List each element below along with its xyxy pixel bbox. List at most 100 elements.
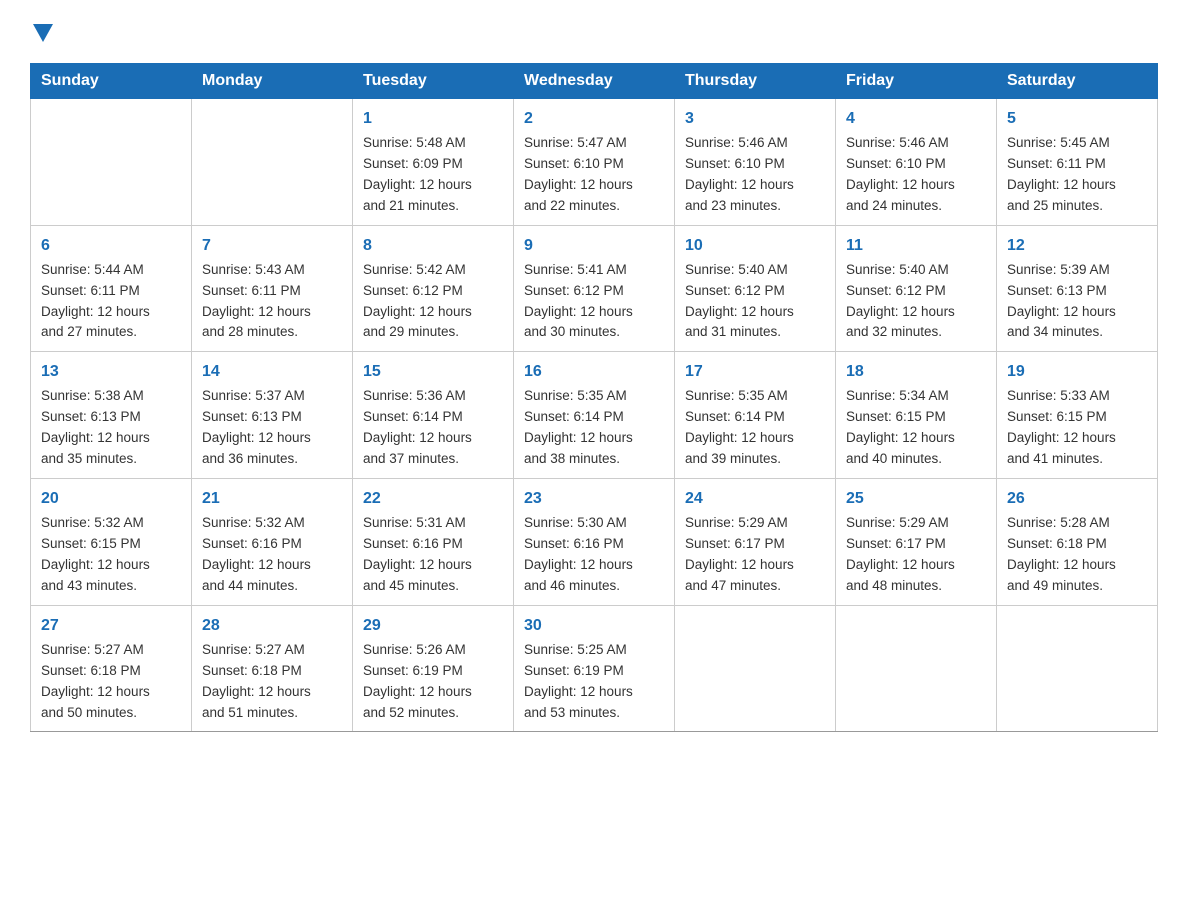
- page-header: [30, 20, 1158, 47]
- day-number: 3: [685, 107, 825, 131]
- calendar-cell: 24Sunrise: 5:29 AMSunset: 6:17 PMDayligh…: [675, 479, 836, 606]
- calendar-cell: 4Sunrise: 5:46 AMSunset: 6:10 PMDaylight…: [836, 99, 997, 226]
- day-info: Sunrise: 5:43 AMSunset: 6:11 PMDaylight:…: [202, 260, 342, 344]
- calendar-cell: 12Sunrise: 5:39 AMSunset: 6:13 PMDayligh…: [997, 225, 1158, 352]
- day-number: 12: [1007, 234, 1147, 258]
- day-number: 5: [1007, 107, 1147, 131]
- calendar-header-monday: Monday: [192, 64, 353, 99]
- day-number: 15: [363, 360, 503, 384]
- day-info: Sunrise: 5:37 AMSunset: 6:13 PMDaylight:…: [202, 386, 342, 470]
- calendar-week-row: 1Sunrise: 5:48 AMSunset: 6:09 PMDaylight…: [31, 99, 1158, 226]
- day-info: Sunrise: 5:46 AMSunset: 6:10 PMDaylight:…: [685, 133, 825, 217]
- day-number: 20: [41, 487, 181, 511]
- calendar-cell: [31, 99, 192, 226]
- calendar-cell: 3Sunrise: 5:46 AMSunset: 6:10 PMDaylight…: [675, 99, 836, 226]
- calendar-week-row: 13Sunrise: 5:38 AMSunset: 6:13 PMDayligh…: [31, 352, 1158, 479]
- day-info: Sunrise: 5:32 AMSunset: 6:16 PMDaylight:…: [202, 513, 342, 597]
- day-info: Sunrise: 5:46 AMSunset: 6:10 PMDaylight:…: [846, 133, 986, 217]
- logo-triangle-icon: [33, 24, 53, 42]
- day-info: Sunrise: 5:30 AMSunset: 6:16 PMDaylight:…: [524, 513, 664, 597]
- day-info: Sunrise: 5:45 AMSunset: 6:11 PMDaylight:…: [1007, 133, 1147, 217]
- calendar-cell: 30Sunrise: 5:25 AMSunset: 6:19 PMDayligh…: [514, 605, 675, 732]
- calendar-header-row: SundayMondayTuesdayWednesdayThursdayFrid…: [31, 64, 1158, 99]
- day-info: Sunrise: 5:27 AMSunset: 6:18 PMDaylight:…: [41, 640, 181, 724]
- calendar-header-friday: Friday: [836, 64, 997, 99]
- day-info: Sunrise: 5:40 AMSunset: 6:12 PMDaylight:…: [685, 260, 825, 344]
- calendar-header-thursday: Thursday: [675, 64, 836, 99]
- day-info: Sunrise: 5:29 AMSunset: 6:17 PMDaylight:…: [685, 513, 825, 597]
- day-info: Sunrise: 5:40 AMSunset: 6:12 PMDaylight:…: [846, 260, 986, 344]
- day-number: 24: [685, 487, 825, 511]
- day-number: 28: [202, 614, 342, 638]
- day-info: Sunrise: 5:34 AMSunset: 6:15 PMDaylight:…: [846, 386, 986, 470]
- calendar-cell: 23Sunrise: 5:30 AMSunset: 6:16 PMDayligh…: [514, 479, 675, 606]
- day-number: 1: [363, 107, 503, 131]
- calendar-week-row: 27Sunrise: 5:27 AMSunset: 6:18 PMDayligh…: [31, 605, 1158, 732]
- day-number: 23: [524, 487, 664, 511]
- calendar-cell: 14Sunrise: 5:37 AMSunset: 6:13 PMDayligh…: [192, 352, 353, 479]
- day-number: 16: [524, 360, 664, 384]
- calendar-cell: 25Sunrise: 5:29 AMSunset: 6:17 PMDayligh…: [836, 479, 997, 606]
- day-number: 25: [846, 487, 986, 511]
- day-info: Sunrise: 5:42 AMSunset: 6:12 PMDaylight:…: [363, 260, 503, 344]
- day-number: 9: [524, 234, 664, 258]
- calendar-cell: 20Sunrise: 5:32 AMSunset: 6:15 PMDayligh…: [31, 479, 192, 606]
- day-number: 26: [1007, 487, 1147, 511]
- calendar-week-row: 6Sunrise: 5:44 AMSunset: 6:11 PMDaylight…: [31, 225, 1158, 352]
- day-number: 13: [41, 360, 181, 384]
- day-info: Sunrise: 5:47 AMSunset: 6:10 PMDaylight:…: [524, 133, 664, 217]
- day-number: 6: [41, 234, 181, 258]
- calendar-cell: 11Sunrise: 5:40 AMSunset: 6:12 PMDayligh…: [836, 225, 997, 352]
- day-info: Sunrise: 5:48 AMSunset: 6:09 PMDaylight:…: [363, 133, 503, 217]
- day-number: 19: [1007, 360, 1147, 384]
- calendar-cell: [997, 605, 1158, 732]
- calendar-cell: 21Sunrise: 5:32 AMSunset: 6:16 PMDayligh…: [192, 479, 353, 606]
- day-number: 29: [363, 614, 503, 638]
- day-number: 30: [524, 614, 664, 638]
- calendar-cell: [192, 99, 353, 226]
- day-info: Sunrise: 5:38 AMSunset: 6:13 PMDaylight:…: [41, 386, 181, 470]
- calendar-cell: 28Sunrise: 5:27 AMSunset: 6:18 PMDayligh…: [192, 605, 353, 732]
- day-number: 11: [846, 234, 986, 258]
- calendar-header-saturday: Saturday: [997, 64, 1158, 99]
- day-info: Sunrise: 5:44 AMSunset: 6:11 PMDaylight:…: [41, 260, 181, 344]
- calendar-cell: 15Sunrise: 5:36 AMSunset: 6:14 PMDayligh…: [353, 352, 514, 479]
- calendar-cell: 22Sunrise: 5:31 AMSunset: 6:16 PMDayligh…: [353, 479, 514, 606]
- day-info: Sunrise: 5:36 AMSunset: 6:14 PMDaylight:…: [363, 386, 503, 470]
- day-number: 2: [524, 107, 664, 131]
- calendar-cell: [675, 605, 836, 732]
- day-info: Sunrise: 5:35 AMSunset: 6:14 PMDaylight:…: [524, 386, 664, 470]
- calendar-week-row: 20Sunrise: 5:32 AMSunset: 6:15 PMDayligh…: [31, 479, 1158, 606]
- day-number: 14: [202, 360, 342, 384]
- calendar-header-wednesday: Wednesday: [514, 64, 675, 99]
- calendar-cell: 19Sunrise: 5:33 AMSunset: 6:15 PMDayligh…: [997, 352, 1158, 479]
- day-number: 21: [202, 487, 342, 511]
- calendar-cell: 9Sunrise: 5:41 AMSunset: 6:12 PMDaylight…: [514, 225, 675, 352]
- day-info: Sunrise: 5:26 AMSunset: 6:19 PMDaylight:…: [363, 640, 503, 724]
- calendar-cell: 10Sunrise: 5:40 AMSunset: 6:12 PMDayligh…: [675, 225, 836, 352]
- calendar-header-sunday: Sunday: [31, 64, 192, 99]
- calendar-cell: 8Sunrise: 5:42 AMSunset: 6:12 PMDaylight…: [353, 225, 514, 352]
- day-number: 10: [685, 234, 825, 258]
- calendar-cell: 18Sunrise: 5:34 AMSunset: 6:15 PMDayligh…: [836, 352, 997, 479]
- calendar-cell: 5Sunrise: 5:45 AMSunset: 6:11 PMDaylight…: [997, 99, 1158, 226]
- calendar-cell: 29Sunrise: 5:26 AMSunset: 6:19 PMDayligh…: [353, 605, 514, 732]
- calendar-cell: 13Sunrise: 5:38 AMSunset: 6:13 PMDayligh…: [31, 352, 192, 479]
- day-number: 18: [846, 360, 986, 384]
- day-info: Sunrise: 5:35 AMSunset: 6:14 PMDaylight:…: [685, 386, 825, 470]
- calendar-cell: 16Sunrise: 5:35 AMSunset: 6:14 PMDayligh…: [514, 352, 675, 479]
- logo: [30, 20, 53, 47]
- day-info: Sunrise: 5:32 AMSunset: 6:15 PMDaylight:…: [41, 513, 181, 597]
- day-info: Sunrise: 5:25 AMSunset: 6:19 PMDaylight:…: [524, 640, 664, 724]
- day-info: Sunrise: 5:31 AMSunset: 6:16 PMDaylight:…: [363, 513, 503, 597]
- calendar-cell: 2Sunrise: 5:47 AMSunset: 6:10 PMDaylight…: [514, 99, 675, 226]
- day-number: 7: [202, 234, 342, 258]
- calendar-header-tuesday: Tuesday: [353, 64, 514, 99]
- day-number: 22: [363, 487, 503, 511]
- calendar-table: SundayMondayTuesdayWednesdayThursdayFrid…: [30, 63, 1158, 732]
- day-number: 27: [41, 614, 181, 638]
- day-info: Sunrise: 5:41 AMSunset: 6:12 PMDaylight:…: [524, 260, 664, 344]
- day-info: Sunrise: 5:39 AMSunset: 6:13 PMDaylight:…: [1007, 260, 1147, 344]
- day-info: Sunrise: 5:29 AMSunset: 6:17 PMDaylight:…: [846, 513, 986, 597]
- calendar-cell: 26Sunrise: 5:28 AMSunset: 6:18 PMDayligh…: [997, 479, 1158, 606]
